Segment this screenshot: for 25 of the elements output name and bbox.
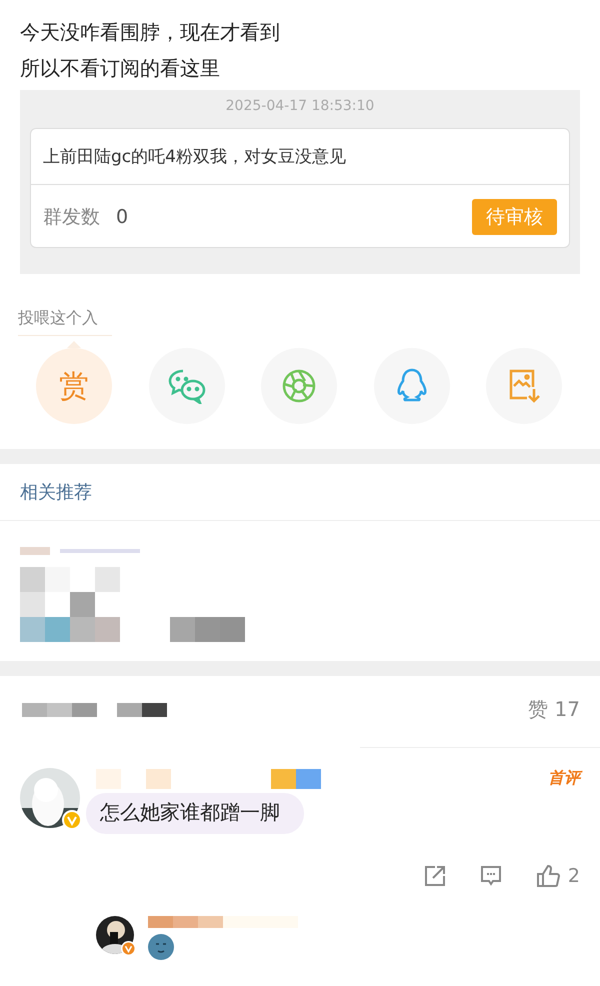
share-icon[interactable] bbox=[424, 865, 446, 887]
image-download-icon bbox=[507, 368, 541, 404]
aperture-icon bbox=[281, 368, 317, 404]
message-text: 上前田陆gc的吒4粉双我，对女豆没意见 bbox=[31, 129, 569, 185]
comment-icon[interactable] bbox=[480, 865, 502, 887]
thumbs-up-icon[interactable] bbox=[536, 864, 560, 888]
timestamp: 2025-04-17 18:53:10 bbox=[226, 98, 374, 114]
like-count: 2 bbox=[568, 865, 580, 887]
blurred-tab bbox=[117, 702, 167, 716]
reward-button[interactable]: 赏 bbox=[36, 348, 112, 424]
likes-count[interactable]: 赞 17 bbox=[528, 696, 580, 723]
count-label: 群发数 bbox=[43, 205, 100, 230]
count-value: 0 bbox=[116, 206, 128, 228]
verified-icon bbox=[121, 941, 136, 956]
post-text: 今天没咋看围脖，现在才看到 bbox=[20, 19, 281, 46]
reward-label: 投喂这个入 bbox=[18, 308, 112, 336]
first-comment-label: 首评 bbox=[548, 768, 580, 789]
chat-bubbles-icon bbox=[166, 368, 206, 404]
post-text: 所以不看订阅的看这里 bbox=[20, 55, 221, 82]
moon-face-icon bbox=[148, 934, 174, 960]
penguin-icon bbox=[396, 368, 428, 404]
verified-icon bbox=[62, 810, 82, 830]
section-title: 相关推荐 bbox=[0, 464, 600, 521]
comment-text: 怎么她家谁都蹭一脚 bbox=[86, 793, 304, 834]
status-button[interactable]: 待审核 bbox=[472, 199, 557, 235]
